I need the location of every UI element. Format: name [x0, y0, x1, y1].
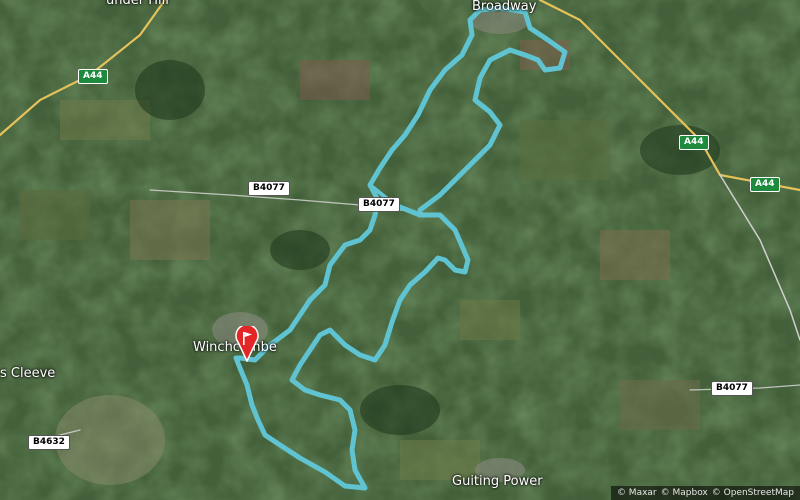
map-attribution: © Maxar © Mapbox © OpenStreetMap [610, 486, 800, 500]
road-shield-b4077: B4077 [711, 381, 753, 396]
map-imagery [0, 0, 800, 500]
place-label-cleeve: s Cleeve [0, 366, 56, 381]
attribution-maxar-link[interactable]: © Maxar [617, 488, 657, 498]
road-shield-a44: A44 [679, 135, 709, 150]
road-shield-a44: A44 [750, 177, 780, 192]
satellite-map[interactable]: Broadway Winchcombe s Cleeve Guiting Pow… [0, 0, 800, 500]
place-label-broadway: Broadway [472, 0, 537, 14]
place-label-guiting-power: Guiting Power [452, 474, 543, 489]
road-shield-a44: A44 [78, 69, 108, 84]
road-shield-b4077: B4077 [248, 181, 290, 196]
road-shield-b4077: B4077 [358, 197, 400, 212]
attribution-mapbox-link[interactable]: © Mapbox [661, 488, 708, 498]
road-shield-b4632: B4632 [28, 435, 70, 450]
attribution-osm-link[interactable]: © OpenStreetMap [712, 488, 794, 498]
place-label-under-hill: under Hill [106, 0, 169, 8]
